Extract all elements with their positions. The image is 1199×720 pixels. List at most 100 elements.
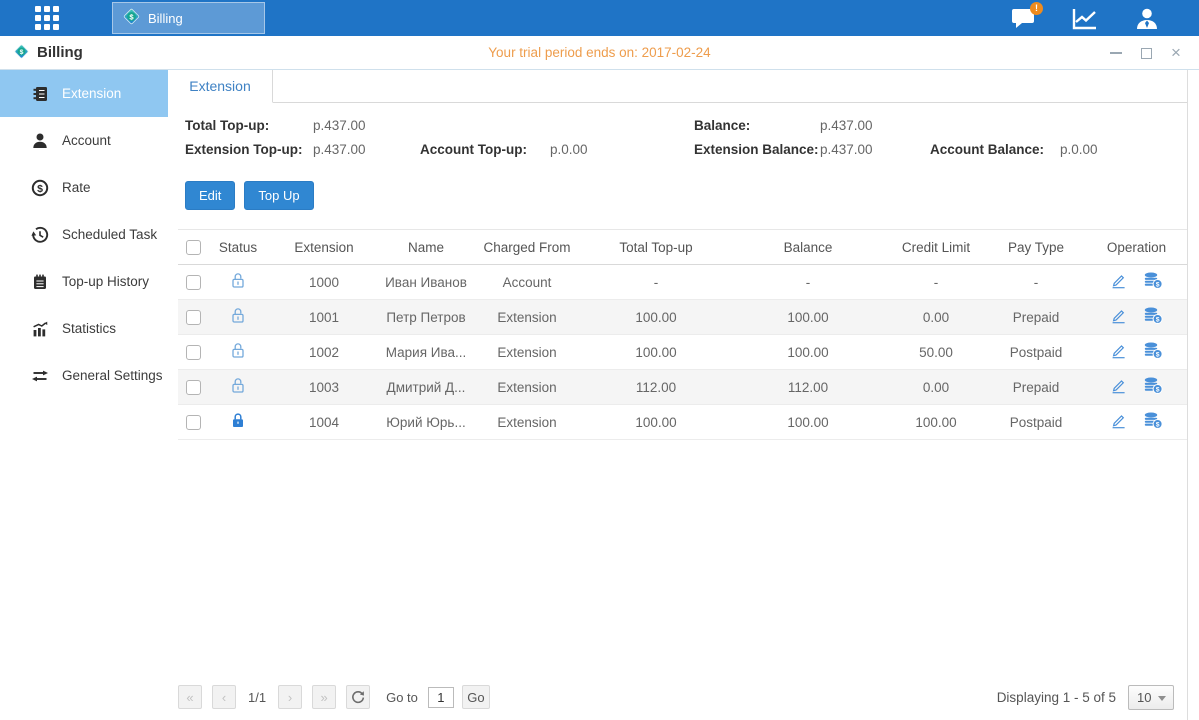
sidebar-item-scheduled-task[interactable]: Scheduled Task	[0, 211, 168, 258]
first-page-button[interactable]: «	[178, 685, 202, 709]
maximize-icon[interactable]	[1139, 46, 1153, 60]
row-checkbox[interactable]	[186, 345, 201, 360]
row-checkbox[interactable]	[186, 275, 201, 290]
cell-extension: 1002	[268, 335, 380, 370]
edit-icon[interactable]	[1110, 342, 1127, 362]
chart-icon[interactable]	[1071, 6, 1099, 30]
sidebar-item-statistics[interactable]: Statistics	[0, 305, 168, 352]
refresh-icon[interactable]	[346, 685, 370, 709]
table-row: 1001Петр ПетровExtension100.00100.000.00…	[178, 300, 1187, 335]
minimize-icon[interactable]	[1109, 46, 1123, 60]
lock-open-icon	[231, 342, 245, 362]
topup-icon[interactable]: $	[1143, 342, 1163, 362]
sidebar-item-label: General Settings	[62, 368, 163, 383]
cell-balance: 100.00	[730, 300, 886, 335]
cell-total-topup: 100.00	[582, 405, 730, 440]
row-checkbox[interactable]	[186, 415, 201, 430]
sidebar-item-account[interactable]: Account	[0, 117, 168, 164]
billing-diamond-icon: $	[13, 43, 30, 63]
topup-icon[interactable]: $	[1143, 377, 1163, 397]
close-icon[interactable]: ×	[1169, 46, 1183, 60]
app-launcher-icon[interactable]	[35, 6, 59, 30]
cell-total-topup: 100.00	[582, 335, 730, 370]
table-row: 1004Юрий Юрь...Extension100.00100.00100.…	[178, 405, 1187, 440]
page-info: 1/1	[248, 690, 266, 705]
account-balance-value: p.0.00	[1060, 142, 1187, 157]
cell-total-topup: 100.00	[582, 300, 730, 335]
lock-closed-icon	[231, 412, 245, 432]
prev-page-button[interactable]: ‹	[212, 685, 236, 709]
sidebar-item-label: Scheduled Task	[62, 227, 157, 242]
account-topup-label: Account Top-up:	[420, 142, 550, 157]
table-header-row: Status Extension Name Charged From Total…	[178, 230, 1187, 265]
tab-bar: Extension	[168, 70, 1187, 103]
cell-charged-from: Extension	[472, 300, 582, 335]
goto-label: Go to	[386, 690, 418, 705]
svg-text:$: $	[1156, 421, 1160, 428]
tab-extension[interactable]: Extension	[168, 70, 273, 103]
chevron-down-icon	[1158, 696, 1166, 701]
cell-credit-limit: 0.00	[886, 370, 986, 405]
sidebar-item-label: Account	[62, 133, 111, 148]
edit-icon[interactable]	[1110, 307, 1127, 327]
lock-open-icon	[231, 272, 245, 292]
cell-name: Юрий Юрь...	[380, 405, 472, 440]
svg-text:$: $	[1156, 386, 1160, 393]
cell-total-topup: -	[582, 265, 730, 300]
app-tab-billing[interactable]: $ Billing	[112, 2, 265, 34]
topup-icon[interactable]: $	[1143, 272, 1163, 292]
sidebar-item-rate[interactable]: $ Rate	[0, 164, 168, 211]
sidebar-item-label: Rate	[62, 180, 91, 195]
col-extension: Extension	[268, 230, 380, 265]
edit-icon[interactable]	[1110, 412, 1127, 432]
messages-icon[interactable]: !	[1009, 6, 1037, 30]
sidebar-item-extension[interactable]: Extension	[0, 70, 168, 117]
top-up-button[interactable]: Top Up	[244, 181, 313, 210]
page-size-select[interactable]: 10	[1128, 685, 1174, 710]
edit-button[interactable]: Edit	[185, 181, 235, 210]
goto-page-input[interactable]	[428, 687, 454, 708]
sidebar-item-topup-history[interactable]: Top-up History	[0, 258, 168, 305]
cell-credit-limit: 0.00	[886, 300, 986, 335]
cell-charged-from: Extension	[472, 405, 582, 440]
svg-text:$: $	[1156, 281, 1160, 288]
svg-text:$: $	[1156, 316, 1160, 323]
next-page-button[interactable]: ›	[278, 685, 302, 709]
topup-icon[interactable]: $	[1143, 412, 1163, 432]
sidebar: Extension Account $ Rate Scheduled Task …	[0, 70, 168, 720]
sidebar-item-label: Top-up History	[62, 274, 149, 289]
row-checkbox[interactable]	[186, 380, 201, 395]
cell-name: Дмитрий Д...	[380, 370, 472, 405]
last-page-button[interactable]: »	[312, 685, 336, 709]
topup-icon[interactable]: $	[1143, 307, 1163, 327]
billing-diamond-icon: $	[122, 7, 141, 29]
user-icon[interactable]	[1133, 6, 1161, 30]
app-tab-label: Billing	[148, 11, 183, 26]
select-all-checkbox[interactable]	[186, 240, 201, 255]
edit-icon[interactable]	[1110, 377, 1127, 397]
cell-pay-type: Prepaid	[986, 300, 1086, 335]
cell-credit-limit: 50.00	[886, 335, 986, 370]
table-row: 1002Мария Ива...Extension100.00100.0050.…	[178, 335, 1187, 370]
cell-name: Мария Ива...	[380, 335, 472, 370]
edit-icon[interactable]	[1110, 272, 1127, 292]
svg-text:$: $	[20, 49, 24, 56]
cell-charged-from: Account	[472, 265, 582, 300]
trial-notice: Your trial period ends on: 2017-02-24	[0, 45, 1199, 60]
go-button[interactable]: Go	[462, 685, 490, 709]
col-balance: Balance	[730, 230, 886, 265]
transfer-arrows-icon	[30, 366, 49, 385]
cell-name: Иван Иванов	[380, 265, 472, 300]
cell-credit-limit: 100.00	[886, 405, 986, 440]
svg-text:$: $	[37, 182, 43, 194]
extension-topup-value: p.437.00	[313, 142, 420, 157]
sidebar-item-general-settings[interactable]: General Settings	[0, 352, 168, 399]
sidebar-item-label: Extension	[62, 86, 121, 101]
top-app-bar: $ Billing !	[0, 0, 1199, 36]
cell-pay-type: Postpaid	[986, 335, 1086, 370]
cell-name: Петр Петров	[380, 300, 472, 335]
row-checkbox[interactable]	[186, 310, 201, 325]
total-topup-label: Total Top-up:	[185, 118, 313, 133]
cell-charged-from: Extension	[472, 335, 582, 370]
account-topup-value: p.0.00	[550, 142, 694, 157]
